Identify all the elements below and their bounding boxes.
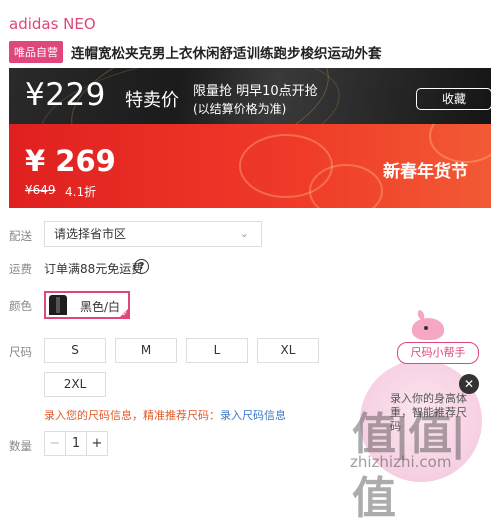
size-option-2xl[interactable]: 2XL	[44, 372, 106, 397]
quantity-label: 数量	[9, 439, 32, 453]
checkmark-icon: ✓	[122, 310, 128, 318]
increment-button[interactable]: +	[86, 432, 107, 455]
flash-sale-price: ¥229	[25, 77, 106, 113]
size-entry-link[interactable]: 录入尺码信息	[220, 409, 286, 422]
watermark-url: zhizhizhi.com	[350, 453, 452, 471]
discount-rate: 4.1折	[65, 185, 97, 199]
size-option-m[interactable]: M	[115, 338, 177, 363]
size-label: 尺码	[9, 345, 32, 359]
color-thumbnail	[49, 295, 67, 315]
festival-label: 新春年货节	[383, 162, 468, 182]
size-option-xl[interactable]: XL	[257, 338, 319, 363]
region-select-value: 请选择省市区	[54, 227, 127, 241]
chevron-down-icon: ⌄	[239, 227, 249, 240]
product-title-row: 唯品自营 连帽宽松夹克男上衣休闲舒适训练跑步梭织运动外套	[9, 41, 382, 63]
flash-sale-note: (以结算价格为准)	[193, 102, 287, 116]
quantity-stepper: − 1 +	[44, 431, 108, 456]
close-icon[interactable]: ✕	[459, 374, 479, 394]
quantity-value[interactable]: 1	[66, 432, 86, 455]
shipping-info: 订单满88元免运费	[44, 262, 144, 276]
product-title: 连帽宽松夹克男上衣休闲舒适训练跑步梭织运动外套	[71, 46, 382, 62]
color-option-black-white[interactable]: 黑色/白 ✓	[44, 291, 130, 319]
size-tip-text: 录入您的尺码信息，精准推荐尺码：	[44, 409, 220, 422]
current-price: ¥ 269	[25, 144, 116, 178]
size-option-l[interactable]: L	[186, 338, 248, 363]
flash-sale-schedule: 限量抢 明早10点开抢	[193, 84, 318, 99]
decorative-cloud	[309, 164, 383, 208]
mascot-icon	[412, 318, 444, 340]
color-option-label: 黑色/白	[80, 300, 121, 314]
original-price: ¥649	[25, 183, 56, 197]
brand-name[interactable]: adidas NEO	[9, 15, 96, 33]
shipping-label: 运费	[9, 262, 32, 276]
self-operated-badge: 唯品自营	[9, 41, 63, 63]
favorite-button[interactable]: 收藏	[416, 88, 491, 110]
flash-sale-banner: ¥229 特卖价 限量抢 明早10点开抢 (以结算价格为准) 收藏	[9, 68, 491, 124]
flash-sale-label: 特卖价	[125, 90, 179, 111]
size-tip: 录入您的尺码信息，精准推荐尺码：录入尺码信息	[44, 407, 286, 423]
color-label: 颜色	[9, 299, 32, 313]
question-icon[interactable]: ?	[134, 259, 149, 274]
size-option-s[interactable]: S	[44, 338, 106, 363]
delivery-label: 配送	[9, 229, 32, 243]
size-helper-button[interactable]: 尺码小帮手	[397, 342, 479, 364]
current-price-banner: ¥ 269 ¥649 4.1折 新春年货节	[9, 124, 491, 208]
region-select[interactable]: 请选择省市区 ⌄	[44, 221, 262, 247]
decrement-button[interactable]: −	[45, 432, 66, 455]
